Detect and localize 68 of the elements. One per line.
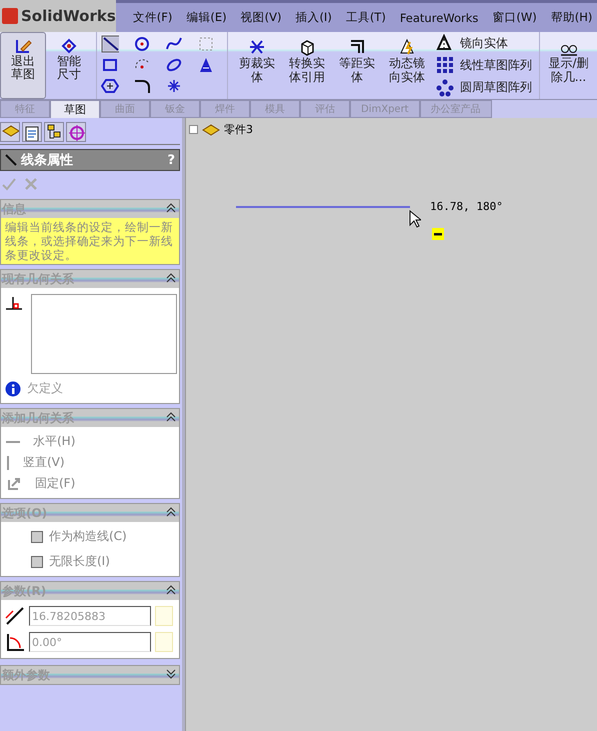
logo-text: SolidWorks xyxy=(21,7,116,25)
relations-list[interactable] xyxy=(31,294,177,374)
menu-item[interactable]: 窗口(W) xyxy=(487,8,542,27)
dimension-readout: 16.78, 180° xyxy=(430,200,503,213)
check-icon xyxy=(2,177,16,191)
chevron-up-icon xyxy=(166,202,176,212)
perpendicular-icon xyxy=(5,294,23,312)
number-field[interactable]: 0.00° xyxy=(29,632,151,652)
close-icon xyxy=(24,177,38,191)
tree-icon xyxy=(45,123,63,141)
logo-icon xyxy=(2,8,18,24)
panel-title: 线条属性 xyxy=(21,152,74,169)
cursor-icon xyxy=(409,210,421,228)
ellipse-icon xyxy=(165,56,183,74)
smart-dimension-button[interactable]: 智能尺寸 xyxy=(46,32,92,99)
dot-grid-icon xyxy=(436,56,454,74)
menu-item[interactable]: 工具(T) xyxy=(340,8,391,27)
relation-button[interactable]: 竖直(V) xyxy=(5,454,175,471)
relation-button[interactable]: 水平(H) xyxy=(5,433,175,450)
part-icon xyxy=(202,122,220,136)
horizontal-icon xyxy=(6,440,20,444)
length-icon xyxy=(5,606,25,626)
line-icon xyxy=(101,35,119,53)
grid-icon xyxy=(197,35,215,53)
circle-icon xyxy=(133,35,151,53)
polygon-icon xyxy=(101,77,119,95)
chevron-up-icon xyxy=(166,412,176,422)
menu-item[interactable]: FeatureWorks xyxy=(394,8,484,26)
checkbox-option[interactable]: 作为构造线(C) xyxy=(31,528,179,545)
menu-item[interactable]: 插入(I) xyxy=(290,8,337,27)
vertical-icon xyxy=(6,456,10,470)
crosshair-icon xyxy=(67,123,85,141)
chevron-down-icon xyxy=(166,668,176,678)
chevron-up-icon xyxy=(166,506,176,516)
tool-button[interactable]: 等距实体 xyxy=(332,32,382,99)
tool-button[interactable]: 线性草图阵列 xyxy=(436,56,532,74)
chevron-up-icon xyxy=(166,272,176,282)
offset-icon xyxy=(348,38,366,56)
rectangle-icon xyxy=(101,56,119,74)
menu-item[interactable]: 帮助(H) xyxy=(546,8,597,27)
circle-dots-icon xyxy=(436,78,454,97)
menu-item[interactable]: 文件(F) xyxy=(128,8,178,27)
exit-sketch-button[interactable]: 退出草图 xyxy=(0,32,46,99)
help-button[interactable]: ? xyxy=(167,152,175,168)
menu-item[interactable]: 编辑(E) xyxy=(181,8,232,27)
line-icon xyxy=(5,154,17,166)
tool-button[interactable]: 剪裁实体 xyxy=(232,32,282,99)
mirror-triangle-icon xyxy=(436,34,454,52)
info-icon xyxy=(5,380,21,396)
menu-item[interactable]: 视图(V) xyxy=(236,8,286,27)
number-field[interactable]: 16.78205883 xyxy=(29,606,151,626)
point-icon xyxy=(165,77,183,95)
tool-button[interactable]: 动态镜向实体 xyxy=(382,32,432,99)
tool-button[interactable]: 镜向实体 xyxy=(436,34,532,52)
horizontal-relation-icon xyxy=(432,228,444,240)
fillet-icon xyxy=(133,77,151,95)
status-text: 欠定义 xyxy=(27,380,63,397)
tool-button[interactable]: 显示/删除几... xyxy=(539,32,597,99)
tool-button[interactable]: 圆周草图阵列 xyxy=(436,78,532,97)
sketch-pencil-icon xyxy=(13,37,33,55)
angle-icon xyxy=(5,632,25,652)
info-message: 编辑当前线条的设定，绘制一新线条，或选择确定来为下一新线条更改设定。 xyxy=(1,218,179,264)
tree-item[interactable]: 零件3 xyxy=(224,122,253,137)
tool-button[interactable]: 转换实体引用 xyxy=(282,32,332,99)
chevron-up-icon xyxy=(166,584,176,594)
checkbox-option[interactable]: 无限长度(I) xyxy=(31,553,179,570)
relation-button[interactable]: 固定(F) xyxy=(5,475,175,492)
tab[interactable]: 草图 xyxy=(50,100,100,118)
